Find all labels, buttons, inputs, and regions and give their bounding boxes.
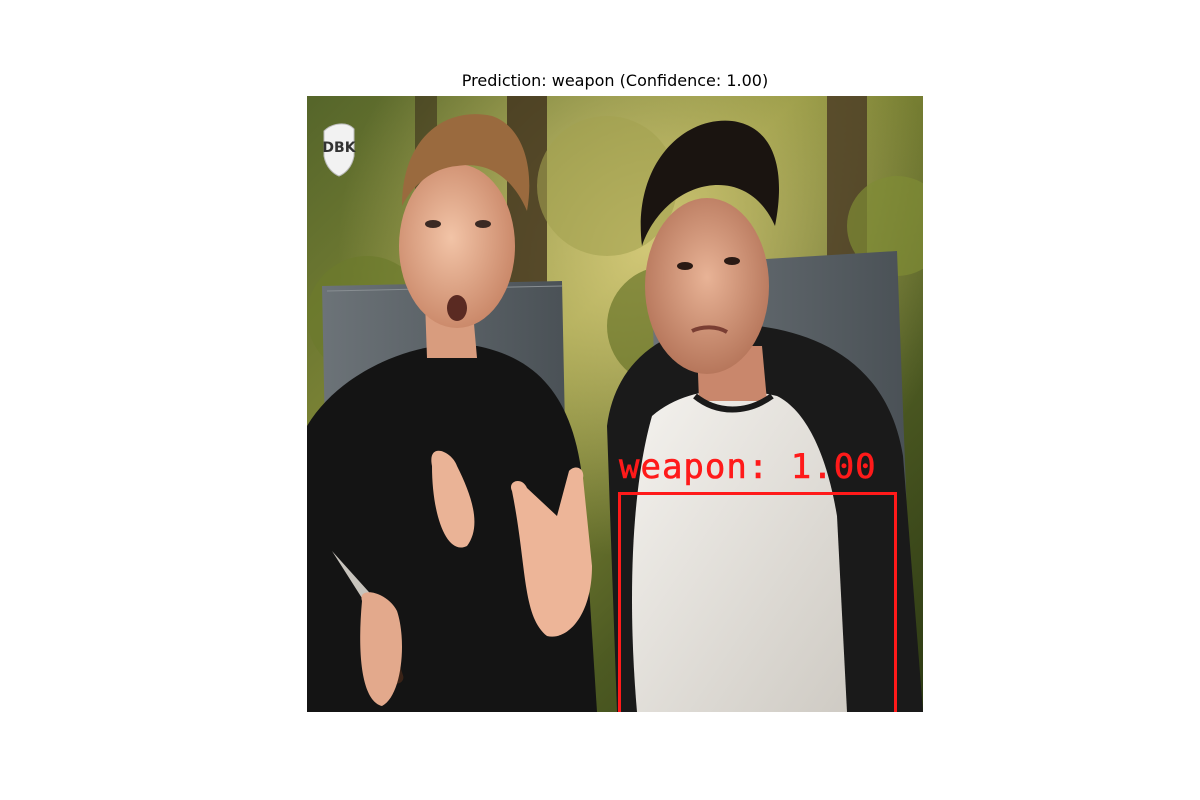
photo: DBK weapon: 1.00 (307, 96, 923, 712)
detection-label: weapon: 1.00 (619, 447, 877, 488)
watermark-text: DBK (322, 140, 356, 156)
detection-bounding-box (618, 492, 897, 712)
figure-title: Prediction: weapon (Confidence: 1.00) (461, 71, 769, 90)
figure: Prediction: weapon (Confidence: 1.00) DB… (0, 0, 1200, 800)
